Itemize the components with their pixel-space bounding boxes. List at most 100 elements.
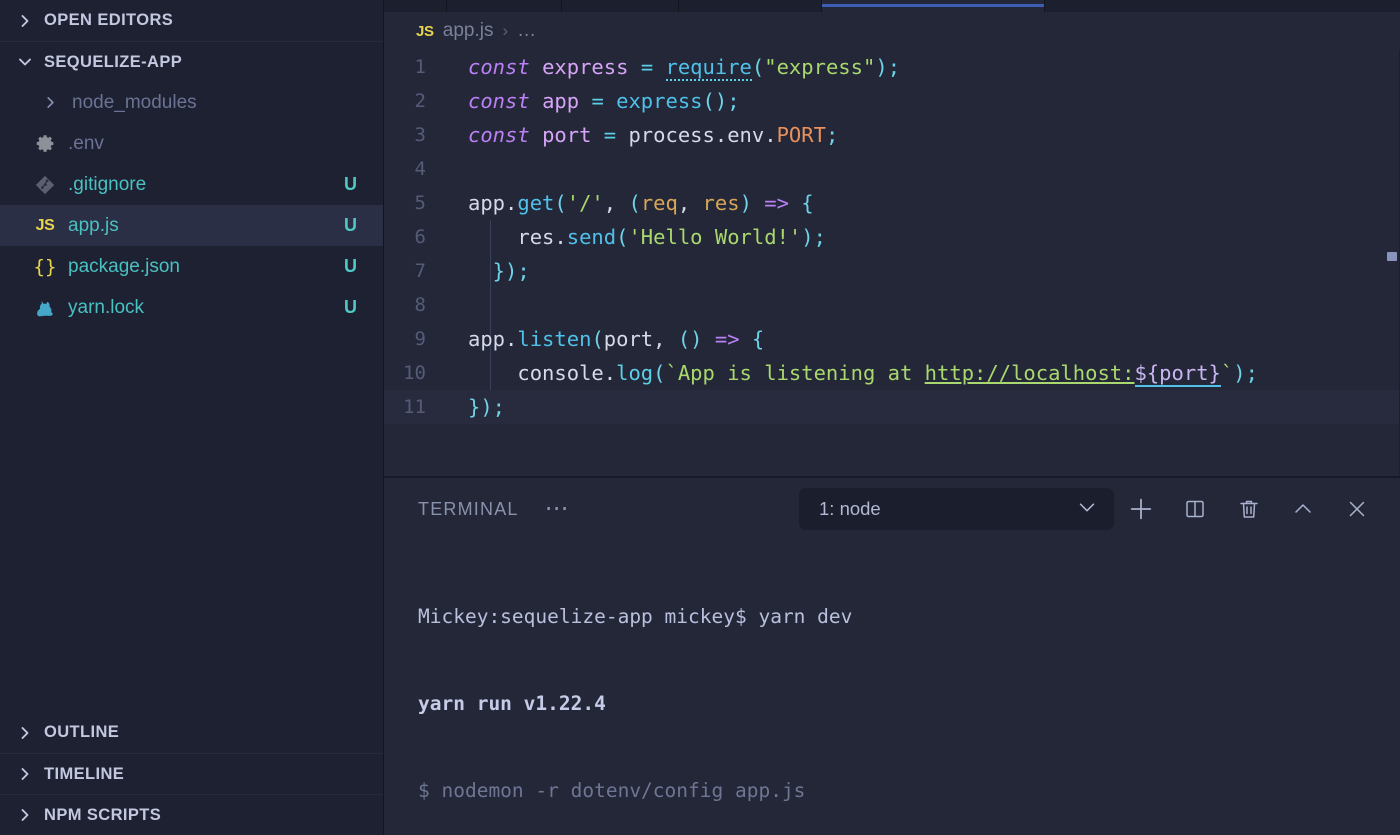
js-icon: JS xyxy=(35,216,55,234)
tree-row-app-js[interactable]: JS app.js U xyxy=(0,205,383,246)
sidebar-section-project[interactable]: SEQUELIZE-APP xyxy=(0,41,383,82)
new-terminal-button[interactable] xyxy=(1114,488,1168,530)
tab-terminal[interactable]: TERMINAL xyxy=(418,499,519,520)
line-number: 8 xyxy=(414,294,426,316)
line-number: 6 xyxy=(414,226,426,248)
editor-tab-app-js-active[interactable] xyxy=(822,0,1045,12)
sidebar-section-label: OUTLINE xyxy=(44,723,120,741)
tree-row-node-modules[interactable]: node_modules xyxy=(0,82,383,123)
tree-row-label: .gitignore xyxy=(68,173,147,195)
terminal-output[interactable]: Mickey:sequelize-app mickey$ yarn dev ya… xyxy=(384,540,1400,835)
tree-row-yarn-lock[interactable]: yarn.lock U xyxy=(0,287,383,328)
chevron-right-icon xyxy=(14,10,36,32)
code-line: 5 app.get('/', (req, res) => { xyxy=(384,186,1400,220)
sidebar: OPEN EDITORS SEQUELIZE-APP node_modules xyxy=(0,0,384,835)
code-line: 3 const port = process.env.PORT; xyxy=(384,118,1400,152)
line-number: 4 xyxy=(414,158,426,180)
tree-row-gitignore[interactable]: .gitignore U xyxy=(0,164,383,205)
code-line: 2 const app = express(); xyxy=(384,84,1400,118)
more-actions-icon[interactable]: ⋯ xyxy=(545,497,571,521)
line-content: }); xyxy=(468,259,530,283)
tree-row-label: .env xyxy=(68,132,104,154)
line-content: }); xyxy=(468,395,506,419)
editor-tab[interactable] xyxy=(384,0,447,12)
sidebar-section-label: TIMELINE xyxy=(44,764,125,783)
maximize-panel-button[interactable] xyxy=(1276,488,1330,530)
sidebar-section-label: NPM SCRIPTS xyxy=(44,805,162,824)
tree-row-label: yarn.lock xyxy=(68,296,145,318)
main-area: JS app.js › … 1 const express = require(… xyxy=(384,0,1400,835)
json-icon: {} xyxy=(33,255,57,278)
editor-tab[interactable] xyxy=(562,0,679,12)
close-icon xyxy=(1345,497,1369,521)
breadcrumb-ellipsis[interactable]: … xyxy=(517,20,536,42)
editor-tab-strip xyxy=(384,0,1400,12)
file-explorer-tree: node_modules .env .gitignore U JS app.js… xyxy=(0,82,383,712)
sidebar-section-timeline[interactable]: TIMELINE xyxy=(0,753,383,794)
sidebar-section-open-editors[interactable]: OPEN EDITORS xyxy=(0,0,383,41)
code-line: 4 xyxy=(384,152,1400,186)
sidebar-section-label: OPEN EDITORS xyxy=(44,11,174,29)
git-status-badge: U xyxy=(344,215,357,235)
bottom-panel: TERMINAL ⋯ 1: node Mickey:sequelize-app … xyxy=(384,477,1400,835)
terminal-line: Mickey:sequelize-app mickey$ yarn dev xyxy=(418,605,853,628)
tree-row-env[interactable]: .env xyxy=(0,123,383,164)
line-content: const port = process.env.PORT; xyxy=(468,123,839,147)
breadcrumb[interactable]: JS app.js › … xyxy=(384,12,1400,50)
line-content: const app = express(); xyxy=(468,89,740,113)
terminal-selector-value: 1: node xyxy=(819,498,881,519)
close-panel-button[interactable] xyxy=(1330,488,1384,530)
breadcrumb-file-name[interactable]: app.js xyxy=(443,20,494,42)
line-number: 2 xyxy=(414,90,426,112)
line-content: res.send('Hello World!'); xyxy=(468,225,826,249)
split-terminal-button[interactable] xyxy=(1168,488,1222,530)
line-content: console.log(`App is listening at http://… xyxy=(468,361,1258,387)
code-line: 7 }); xyxy=(384,254,1400,288)
terminal-line: yarn run v1.22.4 xyxy=(418,692,606,715)
terminal-selector-dropdown[interactable]: 1: node xyxy=(799,488,1114,530)
trash-icon xyxy=(1237,497,1261,521)
line-number: 3 xyxy=(414,124,426,146)
git-status-badge: U xyxy=(344,174,357,194)
plus-icon xyxy=(1127,495,1155,523)
git-status-badge: U xyxy=(344,297,357,317)
editor-tab[interactable] xyxy=(679,0,822,12)
panel-header: TERMINAL ⋯ 1: node xyxy=(384,478,1400,540)
code-content: 1 const express = require("express"); 2 … xyxy=(384,50,1400,424)
editor-tab-empty-space xyxy=(1045,0,1400,12)
chevron-right-icon xyxy=(14,804,36,826)
chevron-down-icon xyxy=(1076,496,1098,523)
line-content: const express = require("express"); xyxy=(468,55,901,81)
tree-row-label: app.js xyxy=(68,214,119,236)
js-icon: JS xyxy=(416,22,434,40)
line-number: 7 xyxy=(414,260,426,282)
git-status-badge: U xyxy=(344,256,357,276)
split-icon xyxy=(1183,497,1207,521)
project-name-label: SEQUELIZE-APP xyxy=(44,52,183,71)
code-line: 10 console.log(`App is listening at http… xyxy=(384,356,1400,390)
code-line: 9 app.listen(port, () => { xyxy=(384,322,1400,356)
kill-terminal-button[interactable] xyxy=(1222,488,1276,530)
tree-row-package-json[interactable]: {} package.json U xyxy=(0,246,383,287)
sidebar-section-outline[interactable]: OUTLINE xyxy=(0,712,383,753)
chevron-right-icon xyxy=(40,93,60,113)
line-number: 9 xyxy=(414,328,426,350)
yarn-cat-icon xyxy=(30,297,60,319)
sidebar-section-npm-scripts[interactable]: NPM SCRIPTS xyxy=(0,794,383,835)
code-editor[interactable]: 1 const express = require("express"); 2 … xyxy=(384,50,1400,477)
tree-row-label: node_modules xyxy=(72,91,197,113)
chevron-right-icon: › xyxy=(502,21,509,40)
tree-row-label: package.json xyxy=(68,255,180,277)
code-line: 1 const express = require("express"); xyxy=(384,50,1400,84)
editor-tab[interactable] xyxy=(447,0,562,12)
vscode-window: OPEN EDITORS SEQUELIZE-APP node_modules xyxy=(0,0,1400,835)
line-number: 11 xyxy=(403,396,426,418)
terminal-line: $ nodemon -r dotenv/config app.js xyxy=(418,779,806,802)
code-line: 8 xyxy=(384,288,1400,322)
sidebar-bottom-sections: OUTLINE TIMELINE NPM SCRIPTS xyxy=(0,712,383,835)
chevron-right-icon xyxy=(14,763,36,785)
chevron-down-icon xyxy=(14,51,36,73)
line-number: 10 xyxy=(403,362,426,384)
code-line: 6 res.send('Hello World!'); xyxy=(384,220,1400,254)
gear-icon xyxy=(30,133,60,154)
